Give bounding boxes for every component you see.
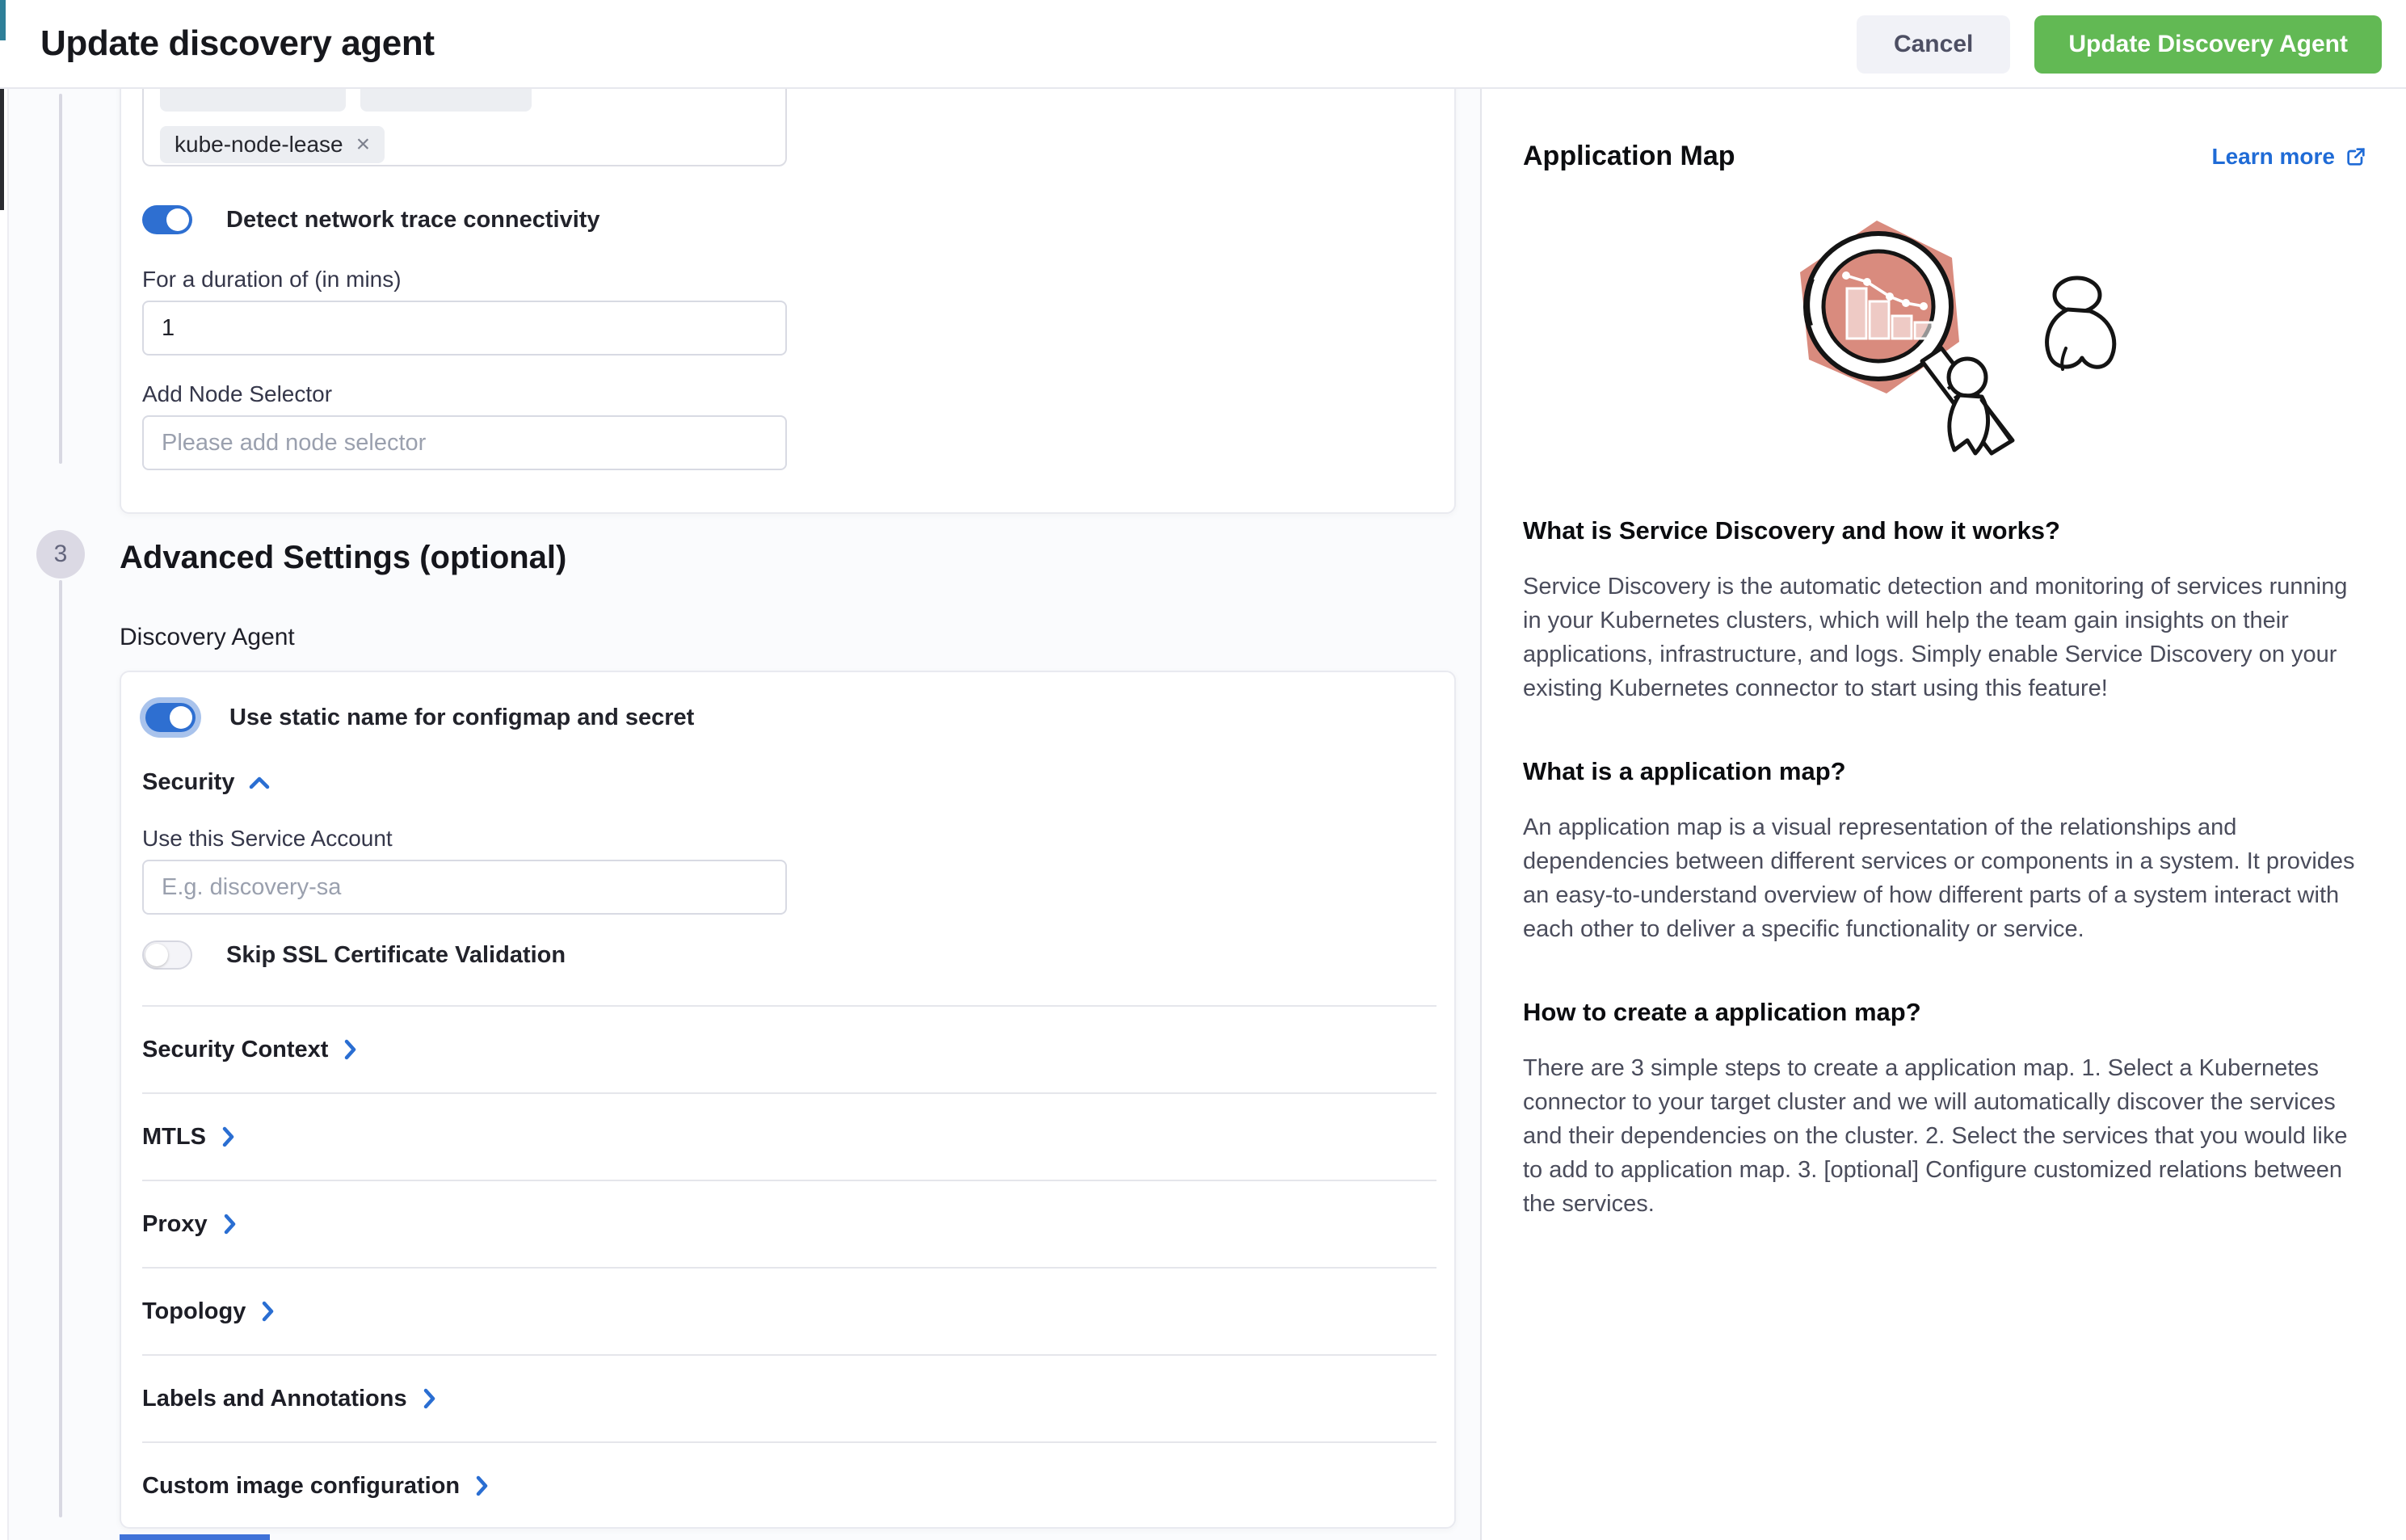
duration-input[interactable] bbox=[142, 301, 787, 356]
help-heading-service-discovery: What is Service Discovery and how it wor… bbox=[1523, 516, 2367, 545]
static-name-toggle-row: Use static name for configmap and secret bbox=[145, 703, 694, 732]
panel-divider bbox=[1480, 89, 1482, 1540]
help-body-create-map: There are 3 simple steps to create a app… bbox=[1523, 1051, 2368, 1221]
background-page-teal-sliver bbox=[0, 0, 6, 40]
help-body-application-map: An application map is a visual represent… bbox=[1523, 810, 2368, 946]
help-body-service-discovery: Service Discovery is the automatic detec… bbox=[1523, 570, 2368, 705]
skip-ssl-toggle[interactable] bbox=[142, 940, 192, 970]
static-name-toggle[interactable] bbox=[145, 703, 196, 732]
step-3-badge: 3 bbox=[36, 530, 85, 579]
network-settings-card: y p kube-node-lease × Detect network tra… bbox=[120, 45, 1456, 514]
horizontal-scrollbar[interactable] bbox=[120, 1534, 270, 1540]
ssl-toggle-row: Skip SSL Certificate Validation bbox=[142, 940, 566, 970]
accordion-label: MTLS bbox=[142, 1124, 206, 1151]
accordion-custom-image-configuration[interactable]: Custom image configuration bbox=[142, 1441, 1436, 1529]
chevron-up-icon bbox=[249, 776, 270, 790]
drawer-header: Update discovery agent Cancel Update Dis… bbox=[0, 0, 2406, 89]
chevron-right-icon bbox=[222, 1214, 237, 1235]
application-map-illustration bbox=[1756, 198, 2135, 465]
chevron-right-icon bbox=[221, 1126, 235, 1147]
step-connector-line bbox=[59, 580, 62, 1517]
panel-title: Application Map bbox=[1523, 141, 1735, 172]
help-heading-application-map: What is a application map? bbox=[1523, 757, 2367, 786]
accordion-label: Proxy bbox=[142, 1211, 208, 1238]
accordion-label: Topology bbox=[142, 1298, 246, 1325]
accordion-topology[interactable]: Topology bbox=[142, 1267, 1436, 1354]
service-account-label: Use this Service Account bbox=[142, 826, 393, 852]
header-actions: Cancel Update Discovery Agent bbox=[1857, 0, 2382, 89]
accordion-security-context[interactable]: Security Context bbox=[142, 1005, 1436, 1092]
chevron-right-icon bbox=[474, 1475, 489, 1496]
tag-kube-node-lease: kube-node-lease × bbox=[160, 126, 385, 163]
drawer-edge-divider bbox=[7, 89, 9, 1540]
panel-header: Application Map Learn more bbox=[1523, 141, 2367, 172]
accordion-list: Security Context MTLS Proxy Topology Lab… bbox=[142, 1005, 1436, 1529]
static-name-toggle-label: Use static name for configmap and secret bbox=[229, 705, 694, 731]
application-map-panel: Application Map Learn more bbox=[1483, 89, 2406, 1540]
security-section-header[interactable]: Security bbox=[142, 769, 270, 796]
network-trace-toggle-label: Detect network trace connectivity bbox=[226, 207, 600, 234]
security-section-label: Security bbox=[142, 769, 234, 796]
accordion-mtls[interactable]: MTLS bbox=[142, 1092, 1436, 1180]
node-selector-label: Add Node Selector bbox=[142, 381, 332, 407]
accordion-label: Labels and Annotations bbox=[142, 1386, 407, 1412]
skip-ssl-toggle-label: Skip SSL Certificate Validation bbox=[226, 942, 566, 969]
advanced-settings-heading: Advanced Settings (optional) bbox=[120, 540, 566, 576]
page-title: Update discovery agent bbox=[40, 23, 435, 64]
toggle-knob bbox=[166, 208, 189, 231]
chevron-right-icon bbox=[343, 1039, 357, 1060]
external-link-icon bbox=[2345, 145, 2367, 168]
background-page-dark-sliver bbox=[0, 74, 4, 210]
update-discovery-agent-button[interactable]: Update Discovery Agent bbox=[2034, 15, 2382, 74]
step-connector-line bbox=[59, 94, 62, 464]
chevron-right-icon bbox=[422, 1388, 436, 1409]
node-selector-input[interactable] bbox=[142, 415, 787, 470]
update-discovery-agent-drawer: Update discovery agent Cancel Update Dis… bbox=[0, 0, 2406, 1540]
learn-more-link[interactable]: Learn more bbox=[2212, 144, 2368, 170]
tag-label: kube-node-lease bbox=[175, 132, 343, 158]
network-trace-toggle[interactable] bbox=[142, 205, 192, 234]
duration-label: For a duration of (in mins) bbox=[142, 267, 402, 292]
chevron-right-icon bbox=[260, 1301, 275, 1322]
toggle-knob bbox=[145, 944, 168, 966]
service-account-input[interactable] bbox=[142, 860, 787, 915]
learn-more-label: Learn more bbox=[2212, 144, 2336, 170]
toggle-knob bbox=[170, 706, 192, 729]
advanced-settings-card: Use static name for configmap and secret… bbox=[120, 671, 1456, 1529]
discovery-agent-subheading: Discovery Agent bbox=[120, 624, 295, 651]
cancel-button[interactable]: Cancel bbox=[1857, 15, 2010, 74]
network-trace-toggle-row: Detect network trace connectivity bbox=[142, 205, 600, 234]
accordion-label: Security Context bbox=[142, 1037, 328, 1063]
accordion-proxy[interactable]: Proxy bbox=[142, 1180, 1436, 1267]
close-icon[interactable]: × bbox=[356, 131, 371, 158]
help-heading-create-map: How to create a application map? bbox=[1523, 998, 2367, 1027]
accordion-label: Custom image configuration bbox=[142, 1473, 460, 1500]
accordion-labels-annotations[interactable]: Labels and Annotations bbox=[142, 1354, 1436, 1441]
